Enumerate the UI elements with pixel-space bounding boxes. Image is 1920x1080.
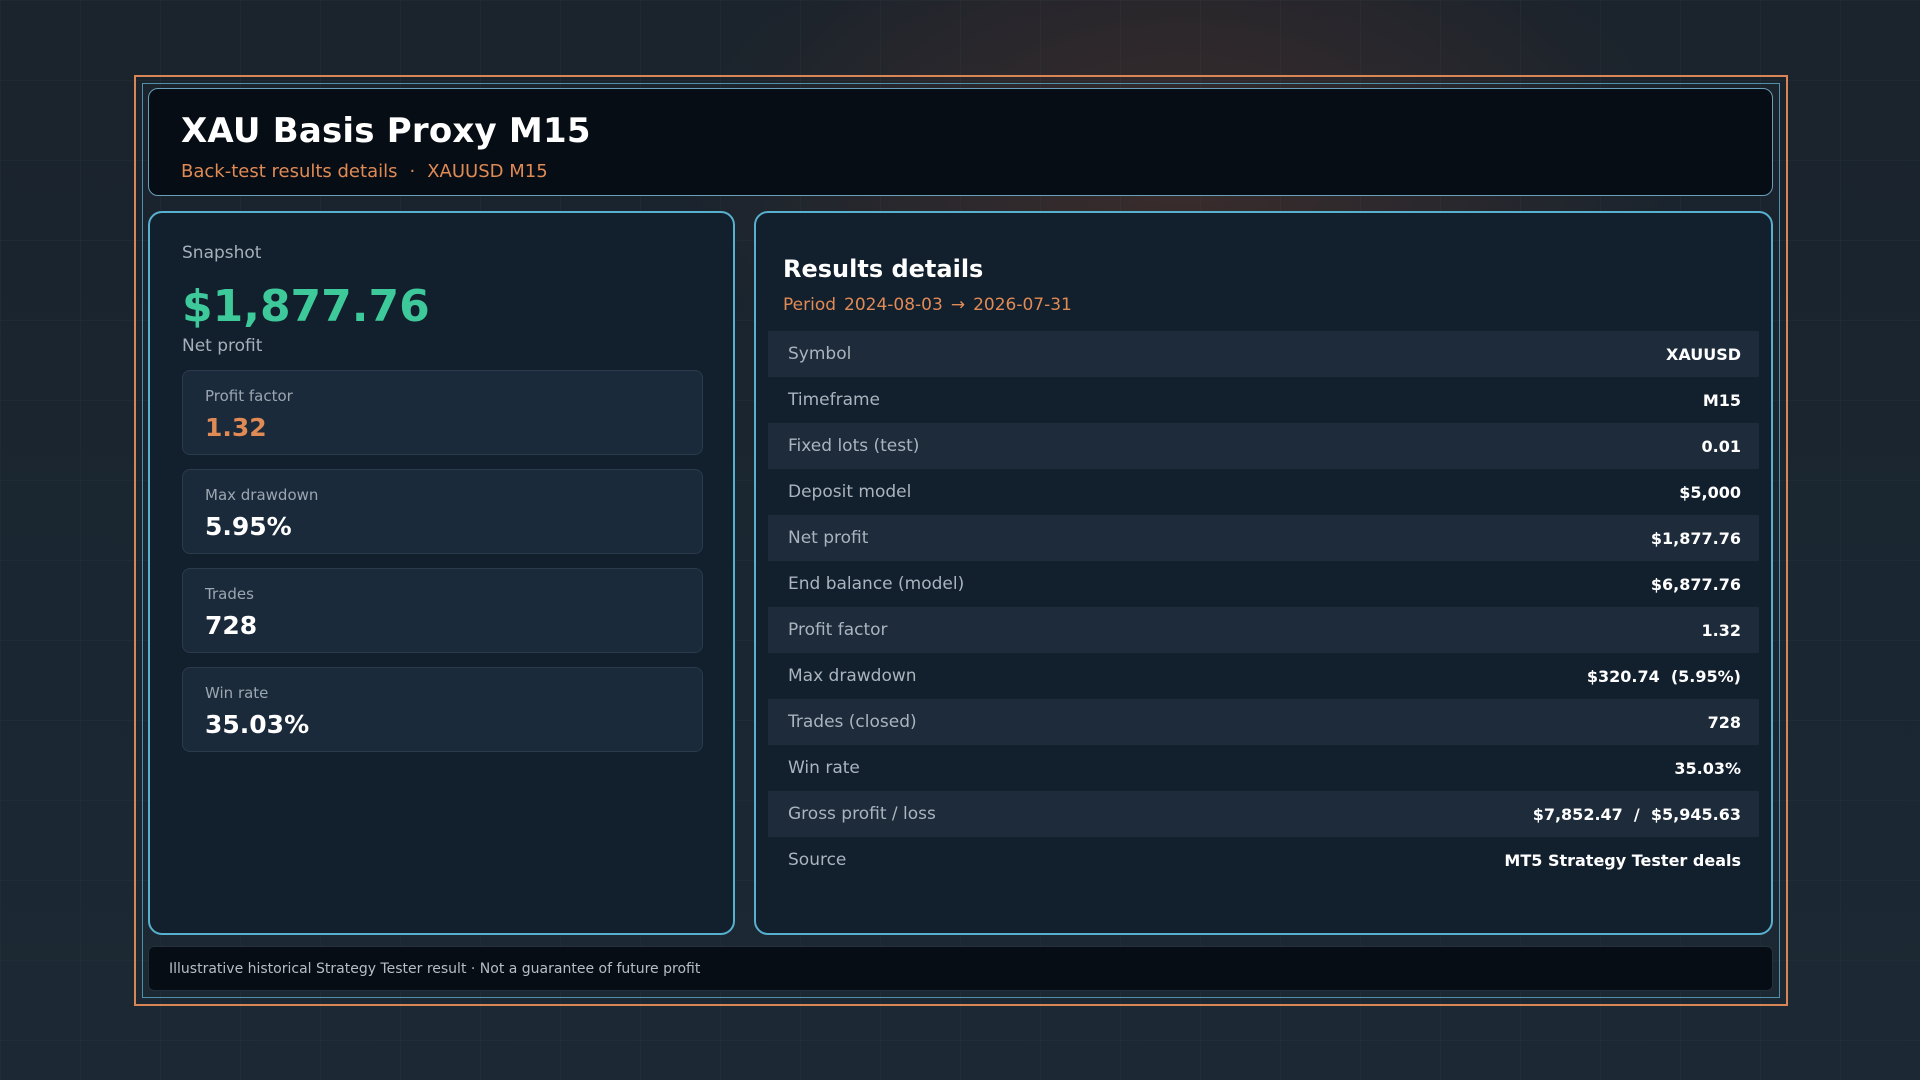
metric-value: 728 [205,611,258,640]
row-value: $320.74 (5.95%) [1586,666,1741,686]
snapshot-panel: Snapshot $1,877.76 Net profit Profit fac… [148,211,735,935]
period-end: 2026-07-31 [973,295,1072,315]
metric-card-trades: Trades 728 [182,568,703,653]
row-value: $7,852.47 / $5,945.63 [1532,804,1741,824]
row-label: Symbol [788,344,852,364]
metric-value: 5.95% [205,512,292,541]
metric-label: Trades [205,585,254,603]
disclaimer-text: Illustrative historical Strategy Tester … [169,960,701,977]
table-row: Timeframe M15 [768,377,1759,423]
row-label: Win rate [788,758,860,778]
metric-value: 1.32 [205,413,267,442]
header-card: XAU Basis Proxy M15 Back-test results de… [148,88,1773,196]
period-label: Period [783,295,837,315]
table-row: Fixed lots (test) 0.01 [768,423,1759,469]
table-row: Profit factor 1.32 [768,607,1759,653]
row-label: Timeframe [788,390,881,410]
snapshot-label: Snapshot [182,243,262,263]
period-start: 2024-08-03 [844,295,943,315]
table-row: Trades (closed) 728 [768,699,1759,745]
row-label: Gross profit / loss [788,804,936,824]
row-label: End balance (model) [788,574,965,594]
metric-card-win-rate: Win rate 35.03% [182,667,703,752]
results-title: Results details [783,255,984,283]
results-period: Period 2024-08-03 → 2026-07-31 [768,295,1759,315]
page-subtitle: Back-test results details · XAUUSD M15 [181,161,1740,182]
period-arrow: → [950,295,966,315]
metric-label: Max drawdown [205,486,319,504]
table-row: Symbol XAUUSD [768,331,1759,377]
row-label: Max drawdown [788,666,917,686]
row-value: 1.32 [1701,620,1741,640]
row-label: Trades (closed) [788,712,917,732]
results-table: Symbol XAUUSD Timeframe M15 Fixed lots (te… [768,331,1759,883]
table-row: Deposit model $5,000 [768,469,1759,515]
row-label: Source [788,850,847,870]
row-value: XAUUSD [1665,344,1741,364]
net-profit-caption: Net profit [182,336,263,356]
row-value: $1,877.76 [1650,528,1741,548]
table-row: Max drawdown $320.74 (5.95%) [768,653,1759,699]
metric-label: Win rate [205,684,269,702]
metric-label: Profit factor [205,387,293,405]
row-value: 35.03% [1674,758,1741,778]
table-row: End balance (model) $6,877.76 [768,561,1759,607]
table-row: Net profit $1,877.76 [768,515,1759,561]
table-row: Source MT5 Strategy Tester deals [768,837,1759,883]
row-label: Deposit model [788,482,912,502]
row-value: 0.01 [1701,436,1741,456]
row-label: Profit factor [788,620,888,640]
row-value: 728 [1707,712,1741,732]
metric-card-max-drawdown: Max drawdown 5.95% [182,469,703,554]
subtitle-separator: · [409,161,416,182]
metric-card-profit-factor: Profit factor 1.32 [182,370,703,455]
page-title: XAU Basis Proxy M15 [181,111,591,151]
net-profit-value: $1,877.76 [182,281,430,332]
row-label: Net profit [788,528,869,548]
subtitle-description: Back-test results details [181,161,398,182]
row-value: $6,877.76 [1650,574,1741,594]
results-panel: Results details Period 2024-08-03 → 2026-07… [754,211,1773,935]
metric-value: 35.03% [205,710,310,739]
subtitle-symbol: XAUUSD M15 [427,161,548,182]
table-row: Gross profit / loss $7,852.47 / $5,945.63 [768,791,1759,837]
row-value: MT5 Strategy Tester deals [1504,850,1741,870]
row-label: Fixed lots (test) [788,436,920,456]
row-value: $5,000 [1679,482,1741,502]
table-row: Win rate 35.03% [768,745,1759,791]
row-value: M15 [1702,390,1741,410]
disclaimer-footer: Illustrative historical Strategy Tester … [148,946,1773,991]
